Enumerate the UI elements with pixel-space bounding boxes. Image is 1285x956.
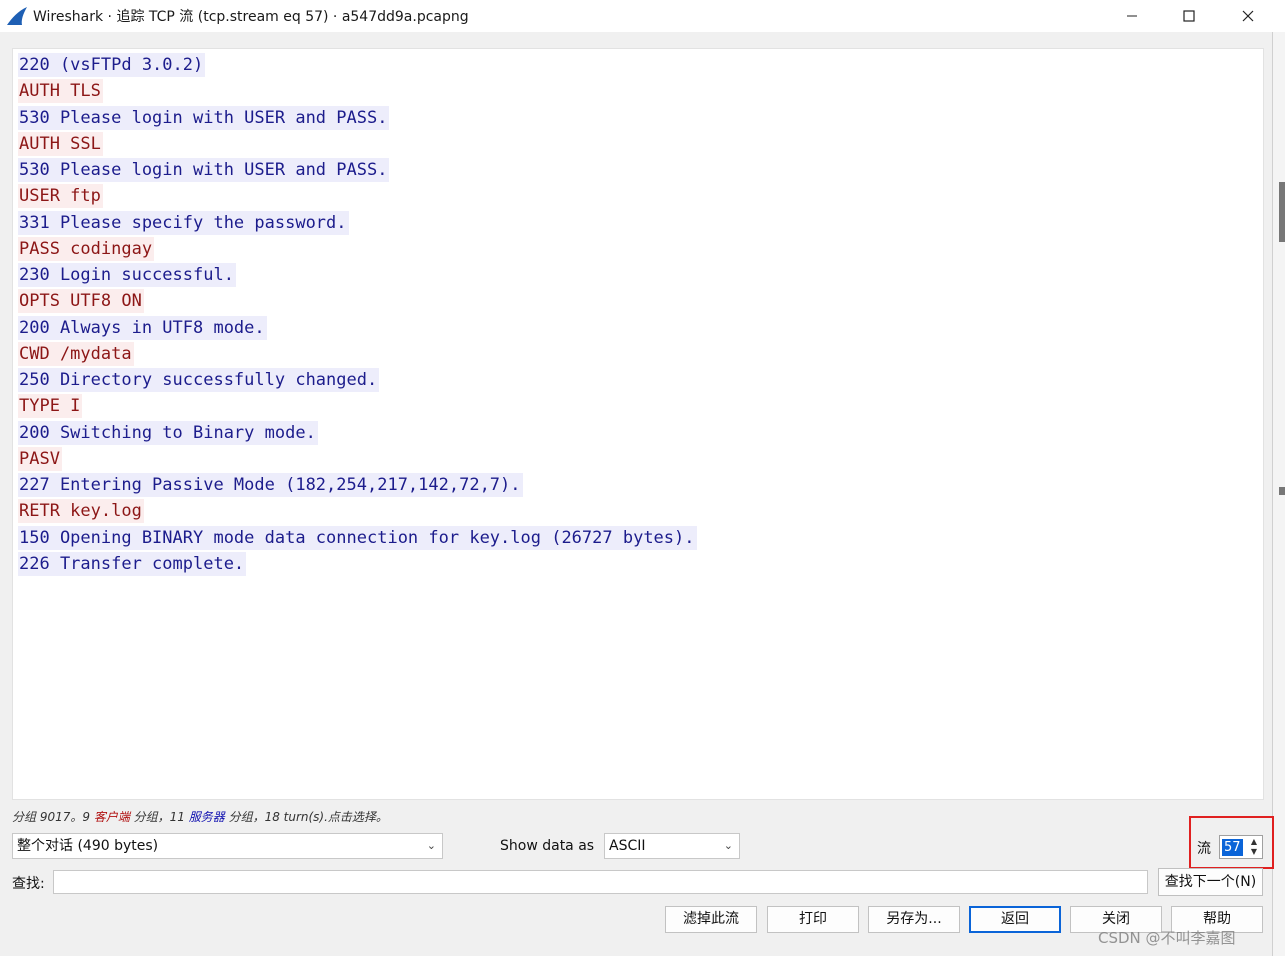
stream-content-pane[interactable]: 220 (vsFTPd 3.0.2) AUTH TLS 530 Please log… <box>12 48 1264 800</box>
back-button[interactable]: 返回 <box>969 906 1061 933</box>
client-stream-line: USER ftp <box>18 184 103 209</box>
maximize-button[interactable] <box>1160 0 1218 32</box>
client-stream-line: OPTS UTF8 ON <box>18 289 144 314</box>
server-stream-line: 230 Login successful. <box>18 263 236 287</box>
save-as-button[interactable]: 另存为... <box>868 906 960 933</box>
filter-out-stream-button[interactable]: 滤掉此流 <box>665 906 757 933</box>
find-input[interactable] <box>53 870 1148 894</box>
status-middle: 分组，11 <box>129 810 189 824</box>
minimize-button[interactable] <box>1103 0 1161 32</box>
server-stream-line: 530 Please login with USER and PASS. <box>18 158 390 182</box>
print-button[interactable]: 打印 <box>767 906 859 933</box>
minimize-icon <box>1127 15 1137 17</box>
client-stream-line: AUTH TLS <box>18 79 103 104</box>
client-stream-line: TYPE I <box>18 394 83 419</box>
chevron-down-icon: ⌄ <box>723 839 733 852</box>
conversation-select[interactable]: 整个对话 (490 bytes) ⌄ <box>12 833 443 859</box>
close-window-button[interactable] <box>1219 0 1277 32</box>
status-suffix: 分组，18 turn(s).点击选择。 <box>224 810 388 824</box>
show-data-select[interactable]: ASCII ⌄ <box>604 833 740 859</box>
client-stream-line: CWD /mydata <box>18 341 134 366</box>
server-stream-line: 227 Entering Passive Mode (182,254,217,1… <box>18 473 523 497</box>
server-stream-line: 150 Opening BINARY mode data connection … <box>18 525 697 550</box>
stream-status-line: 分组 9017。9 客户端 分组，11 服务器 分组，18 turn(s).点击… <box>12 808 388 825</box>
status-prefix: 分组 9017。9 <box>12 810 94 824</box>
server-stream-line: 530 Please login with USER and PASS. <box>18 105 390 130</box>
status-client-label[interactable]: 客户端 <box>94 810 130 824</box>
find-label: 查找: <box>12 876 45 892</box>
find-next-button[interactable]: 查找下一个(N) <box>1158 868 1263 896</box>
client-stream-line: PASV <box>18 446 62 471</box>
maximize-icon <box>1183 10 1195 22</box>
server-stream-line: 250 Directory successfully changed. <box>18 368 380 392</box>
client-stream-line: RETR key.log <box>18 499 144 524</box>
window-title: Wireshark · 追踪 TCP 流 (tcp.stream eq 57) … <box>33 9 469 25</box>
server-stream-line: 331 Please specify the password. <box>18 210 349 235</box>
title-bar: Wireshark · 追踪 TCP 流 (tcp.stream eq 57) … <box>0 0 1285 32</box>
chevron-down-icon: ⌄ <box>426 839 436 852</box>
highlight-annotation-box <box>1189 816 1274 869</box>
client-stream-line: PASS codingay <box>18 236 155 261</box>
server-stream-line: 226 Transfer complete. <box>18 551 247 576</box>
client-stream-line: AUTH SSL <box>18 131 103 156</box>
watermark: CSDN @不叫李嘉图 <box>1098 929 1236 947</box>
server-stream-line: 200 Switching to Binary mode. <box>18 420 318 445</box>
edge-mark <box>1279 182 1285 242</box>
show-data-select-value: ASCII <box>609 838 646 854</box>
wireshark-fin-icon <box>7 7 27 25</box>
show-data-label: Show data as <box>500 838 595 854</box>
follow-tcp-stream-window: Wireshark · 追踪 TCP 流 (tcp.stream eq 57) … <box>0 0 1285 956</box>
conversation-select-value: 整个对话 (490 bytes) <box>17 838 159 854</box>
edge-mark <box>1279 487 1285 495</box>
server-stream-line: 220 (vsFTPd 3.0.2) <box>18 53 206 77</box>
status-server-label[interactable]: 服务器 <box>189 810 225 824</box>
close-icon <box>1242 10 1254 22</box>
server-stream-line: 200 Always in UTF8 mode. <box>18 315 267 340</box>
